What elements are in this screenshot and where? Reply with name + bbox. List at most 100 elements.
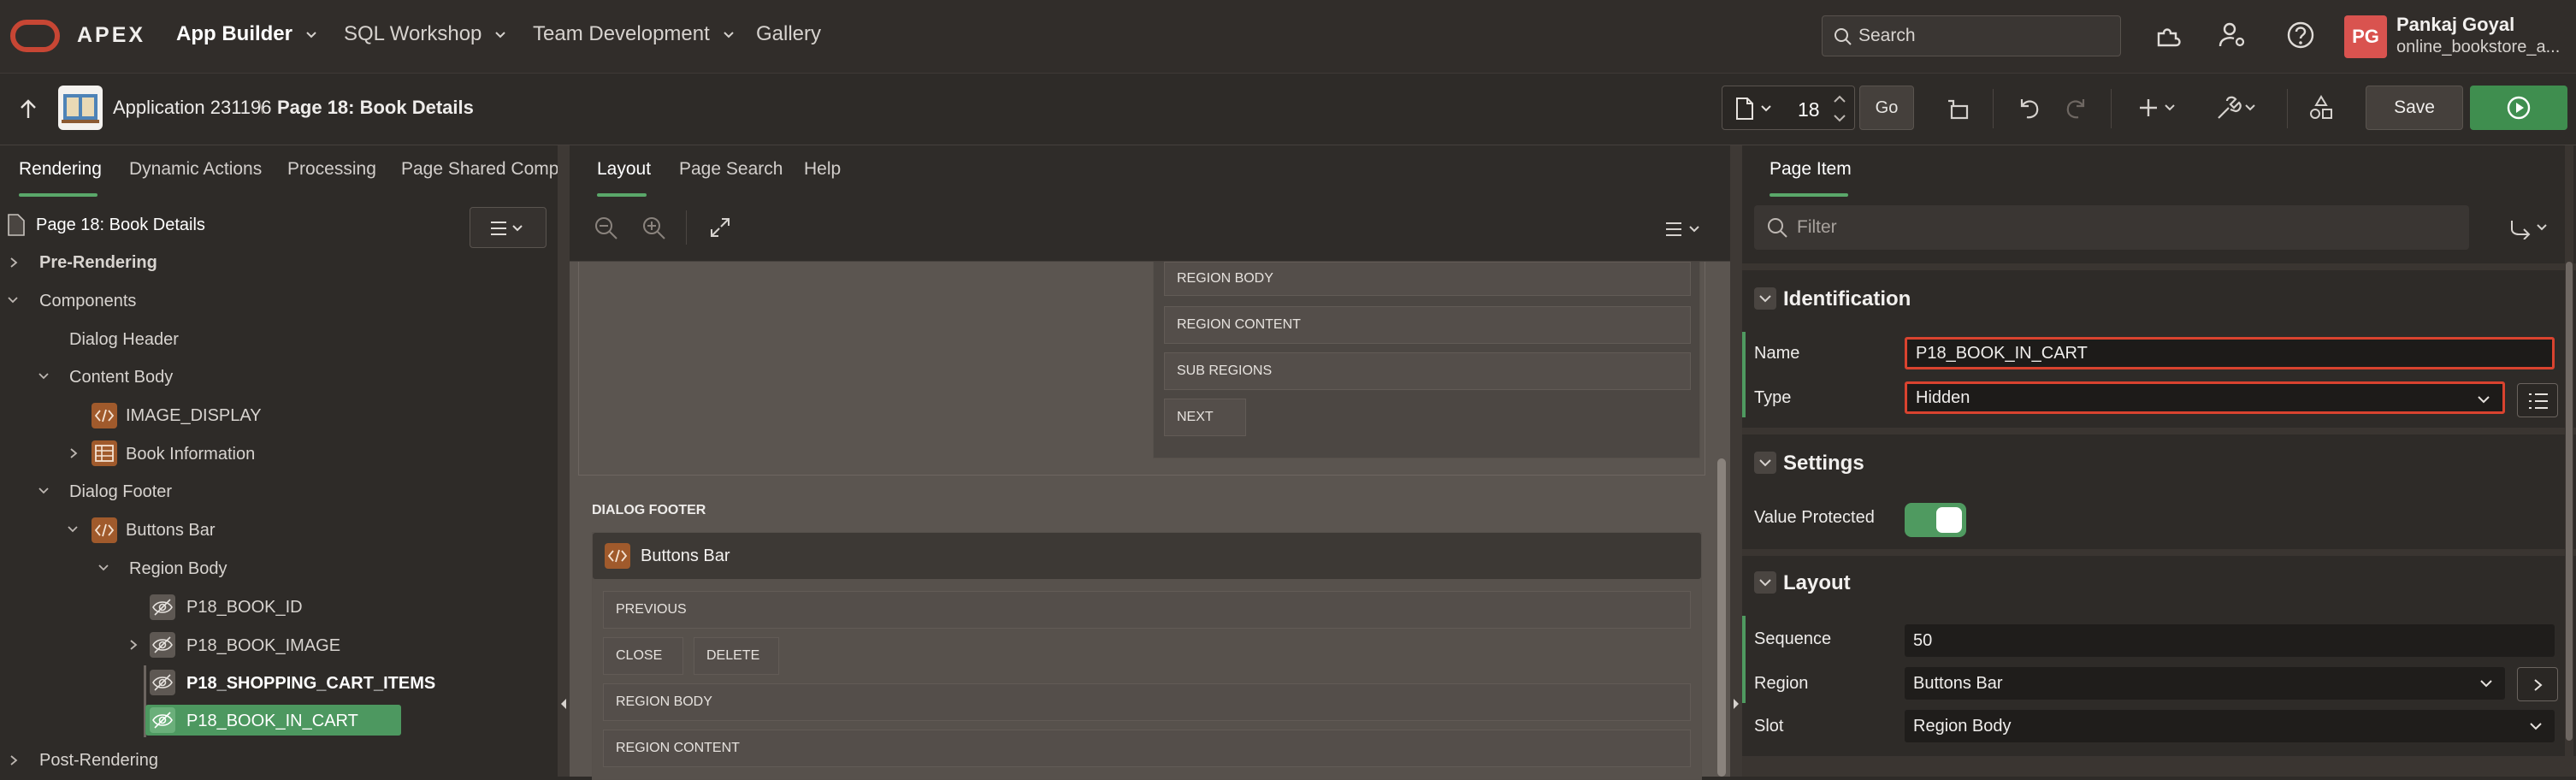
page-number[interactable]: 18 [1798,98,1820,121]
toolbar-divider [2111,89,2112,128]
slot-close[interactable]: CLOSE [603,637,683,675]
slot-region-body[interactable]: REGION BODY [603,683,1691,721]
search-input[interactable] [1858,25,2106,47]
tab-layout[interactable]: Layout [597,159,651,180]
vertical-scrollbar[interactable] [1717,458,1726,777]
menu-icon[interactable] [1664,221,1705,238]
chevron-right-icon[interactable] [9,257,19,269]
zoom-in-icon[interactable] [641,216,667,241]
tree-node-image-display[interactable]: IMAGE_DISPLAY [126,406,262,426]
filter-input[interactable] [1797,217,2447,238]
chevron-down-icon[interactable] [67,524,79,535]
chevron-right-icon[interactable] [9,754,19,766]
zoom-out-icon[interactable] [594,216,619,241]
slot-region-content[interactable]: REGION CONTENT [1164,306,1691,344]
nav-app-builder[interactable]: App Builder [176,22,318,46]
book-information-region[interactable]: REGION BODY REGION CONTENT SUB REGIONS N… [1153,262,1700,458]
chevron-down-icon[interactable] [97,563,109,573]
slot-next[interactable]: NEXT [1164,399,1246,436]
toolbar-divider [1993,89,1994,128]
avatar[interactable]: PG [2344,15,2387,58]
slot-delete[interactable]: DELETE [694,637,779,675]
tree-node-p18-book-image[interactable]: P18_BOOK_IMAGE [186,636,340,656]
page-selector[interactable]: 18 [1722,86,1855,130]
slot-region-body[interactable]: REGION BODY [1164,262,1691,296]
go-to-region-button[interactable] [2517,667,2558,701]
type-select[interactable]: Hidden [1905,381,2505,414]
tree-node-pre-rendering[interactable]: Pre-Rendering [39,253,157,273]
tab-dynamic-actions[interactable]: Dynamic Actions [129,159,262,180]
utilities-menu-icon[interactable] [2213,94,2260,121]
section-divider [1742,756,2576,777]
chevron-down-icon[interactable] [7,295,19,305]
region-select[interactable]: Buttons Bar [1905,667,2505,700]
tree-node-book-information[interactable]: Book Information [126,445,255,464]
sequence-field[interactable]: 50 [1905,624,2555,657]
chevron-down-icon[interactable] [38,371,50,381]
undo-icon[interactable] [2015,94,2042,121]
user-admin-icon[interactable] [2217,20,2248,50]
extensions-icon[interactable] [2154,20,2184,50]
left-splitter[interactable] [558,145,570,777]
oracle-logo[interactable] [10,20,60,52]
slot-previous[interactable]: PREVIOUS [603,591,1691,629]
expand-icon[interactable] [708,216,732,239]
tree-node-p18-book-id[interactable]: P18_BOOK_ID [186,598,303,618]
property-filter[interactable] [1754,205,2469,250]
tree-node-p18-book-in-cart[interactable]: P18_BOOK_IN_CART [186,712,358,731]
tree-node-content-body[interactable]: Content Body [69,368,173,387]
nav-gallery[interactable]: Gallery [756,22,821,46]
tab-page-item[interactable]: Page Item [1770,159,1852,180]
slot-region-content[interactable]: REGION CONTENT [603,730,1691,767]
tab-help[interactable]: Help [804,159,841,180]
nav-sql-workshop[interactable]: SQL Workshop [344,22,507,46]
tree-node-buttons-bar[interactable]: Buttons Bar [126,521,216,541]
breadcrumb-application[interactable]: Application 231196 [113,97,272,119]
run-page-button[interactable] [2470,86,2567,130]
apex-brand[interactable]: APEX [77,23,145,48]
collapse-layout-button[interactable] [1754,571,1776,594]
go-button[interactable]: Go [1859,86,1914,130]
value-protected-toggle[interactable] [1905,503,1966,537]
tree-node-dialog-footer[interactable]: Dialog Footer [69,482,172,502]
redo-icon[interactable] [2063,94,2090,121]
chevron-down-icon [2478,396,2490,404]
help-icon[interactable] [2285,20,2316,50]
go-to-group-icon[interactable] [2508,217,2553,239]
chevron-right-icon[interactable] [128,639,139,651]
tree-node-components[interactable]: Components [39,292,136,311]
application-icon[interactable] [58,86,103,130]
arrow-up-icon[interactable] [17,98,39,121]
tab-processing[interactable]: Processing [287,159,376,180]
collapse-settings-button[interactable] [1754,452,1776,474]
list-of-values-button[interactable] [2517,383,2558,417]
user-name[interactable]: Pankaj Goyal [2396,14,2514,36]
tree-menu-button[interactable] [470,207,547,248]
vertical-scrollbar[interactable] [2566,262,2573,741]
shared-components-icon[interactable] [2307,94,2335,121]
nav-team-development[interactable]: Team Development [533,22,736,46]
tree-node-page[interactable]: Page 18: Book Details [36,216,205,235]
tab-page-search[interactable]: Page Search [679,159,783,180]
buttons-bar-region[interactable]: Buttons Bar PREVIOUS CLOSE DELETE REGION… [592,532,1702,780]
lock-page-icon[interactable] [1945,94,1972,121]
slot-sub-regions[interactable]: SUB REGIONS [1164,352,1691,390]
tree-node-post-rendering[interactable]: Post-Rendering [39,751,158,771]
chevron-down-icon[interactable] [38,486,50,496]
section-layout: Layout [1783,571,1851,594]
name-field[interactable]: P18_BOOK_IN_CART [1905,337,2555,369]
right-splitter[interactable] [1730,145,1742,777]
global-search[interactable] [1822,15,2121,56]
slot-select[interactable]: Region Body [1905,710,2555,742]
page-stepper-icon[interactable] [1832,92,1847,126]
chevron-right-icon[interactable] [68,447,79,459]
save-button[interactable]: Save [2366,86,2463,130]
tree-node-p18-shopping-cart-items[interactable]: P18_SHOPPING_CART_ITEMS [186,674,435,694]
collapse-identification-button[interactable] [1754,287,1776,310]
create-menu-icon[interactable] [2138,96,2181,120]
tab-rendering[interactable]: Rendering [19,159,102,180]
layout-canvas[interactable]: REGION BODY REGION CONTENT SUB REGIONS N… [570,262,1734,780]
tree-node-dialog-header[interactable]: Dialog Header [69,330,179,350]
tab-page-shared-components[interactable]: Page Shared Compor [401,159,560,180]
tree-node-region-body[interactable]: Region Body [129,559,227,579]
